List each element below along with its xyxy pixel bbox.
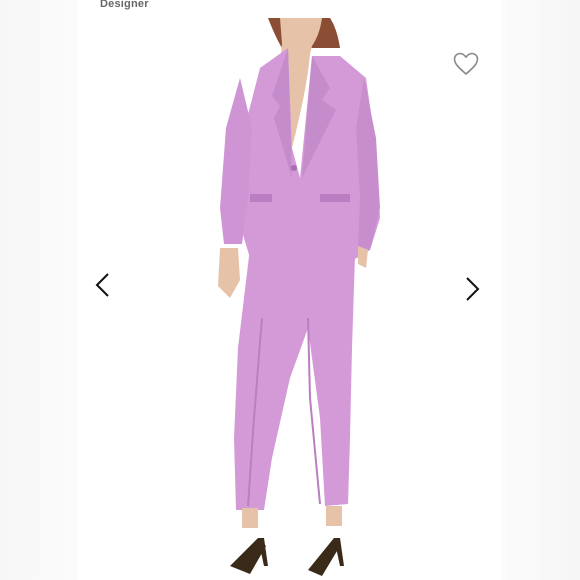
next-image-button[interactable]: [461, 274, 483, 304]
heart-outline-icon: [453, 52, 479, 75]
favorite-button[interactable]: [452, 51, 480, 77]
brand-label: Designer: [100, 0, 149, 10]
chevron-right-icon: [466, 277, 480, 301]
chevron-left-icon: [95, 273, 109, 297]
previous-image-button[interactable]: [92, 270, 114, 300]
product-photo: [218, 18, 380, 576]
right-gutter: [502, 0, 580, 580]
left-gutter: [0, 0, 78, 580]
